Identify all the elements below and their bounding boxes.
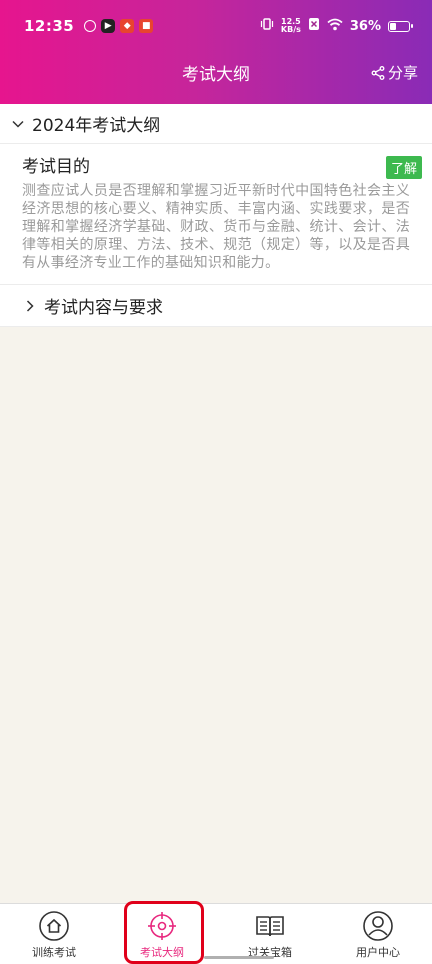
share-button[interactable]: 分享 <box>371 62 418 83</box>
status-time: 12:35 <box>24 17 75 35</box>
chevron-right-icon <box>26 299 34 312</box>
tab-label: 训练考试 <box>32 946 76 959</box>
app-header: 12:35 ▶ ◆ ■ 12.5 KB/s 36% 考试大纲 分享 <box>0 0 432 104</box>
item-description: 测查应试人员是否理解和掌握习近平新时代中国特色社会主义经济思想的核心要义、精神实… <box>22 183 410 271</box>
net-speed-unit: KB/s <box>280 25 301 34</box>
home-indicator[interactable] <box>204 956 274 959</box>
collapsed-item-title: 考试内容与要求 <box>44 298 163 318</box>
play-icon: ▶ <box>101 19 116 33</box>
tab-treasure-box[interactable]: 过关宝箱 <box>216 904 324 964</box>
vibrate-icon <box>260 17 274 35</box>
sync-icon <box>84 20 97 32</box>
tab-training[interactable]: 训练考试 <box>0 904 108 964</box>
book-icon <box>256 916 284 937</box>
outline-item-collapsed[interactable]: 考试内容与要求 <box>0 285 432 327</box>
target-icon <box>148 912 176 940</box>
tab-label: 用户中心 <box>356 946 400 959</box>
nav-bar: 考试大纲 分享 <box>0 52 432 92</box>
page-title: 考试大纲 <box>182 64 250 85</box>
outline-section-header[interactable]: 2024年考试大纲 <box>0 104 432 144</box>
app-notification-icon-2: ■ <box>139 19 154 33</box>
section-title: 2024年考试大纲 <box>32 116 161 136</box>
battery-fill <box>390 22 397 30</box>
home-icon <box>39 911 69 941</box>
tab-label: 考试大纲 <box>140 946 184 959</box>
chevron-down-icon <box>12 120 24 128</box>
battery-percent: 36% <box>349 18 381 34</box>
tab-user-center[interactable]: 用户中心 <box>324 904 432 964</box>
battery-icon <box>388 20 413 32</box>
bottom-tab-bar: 训练考试 考试大纲 过关宝箱 用户中心 <box>0 903 432 964</box>
outline-item[interactable]: 考试目的 了解 测查应试人员是否理解和掌握习近平新时代中国特色社会主义经济思想的… <box>0 144 432 285</box>
user-icon <box>363 911 393 941</box>
level-badge: 了解 <box>385 156 422 179</box>
outline-content: 2024年考试大纲 考试目的 了解 测查应试人员是否理解和掌握习近平新时代中国特… <box>0 104 432 327</box>
share-label: 分享 <box>387 64 418 82</box>
status-right: 12.5 KB/s 36% <box>260 17 413 35</box>
status-bar: 12:35 ▶ ◆ ■ 12.5 KB/s 36% <box>0 0 432 52</box>
app-notification-icon: ◆ <box>120 19 135 33</box>
notification-icons: ▶ ◆ ■ <box>84 19 154 33</box>
network-speed: 12.5 KB/s <box>281 18 301 34</box>
sim-off-icon <box>308 17 320 35</box>
item-title: 考试目的 <box>22 157 90 177</box>
tab-outline[interactable]: 考试大纲 <box>108 904 216 964</box>
share-icon <box>371 65 385 80</box>
wifi-icon <box>327 18 343 35</box>
